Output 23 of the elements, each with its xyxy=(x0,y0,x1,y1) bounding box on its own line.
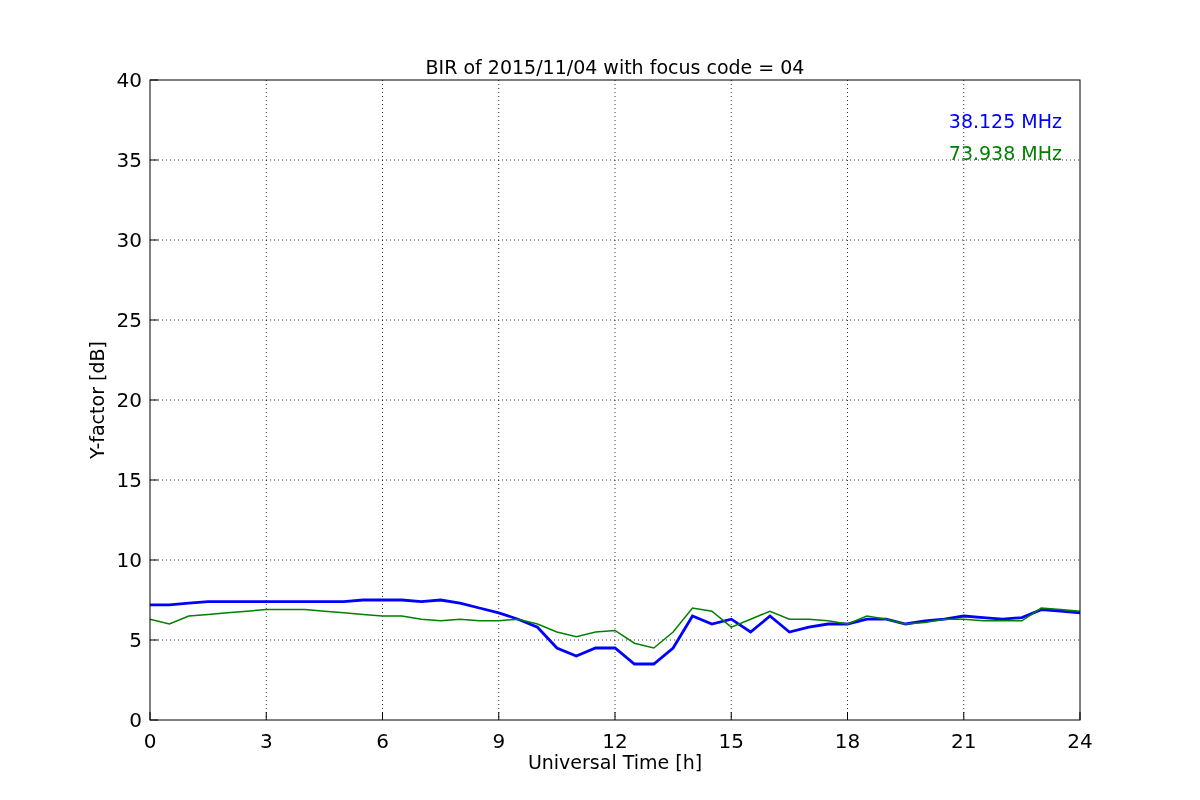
legend-label: 73.938 MHz xyxy=(948,142,1062,164)
tick-label: 24 xyxy=(1067,729,1093,753)
tick-label: 9 xyxy=(492,729,506,753)
axis-label: Universal Time [h] xyxy=(527,751,703,773)
tick-label: 5 xyxy=(129,628,142,652)
legend-label: 38.125 MHz xyxy=(948,110,1062,132)
tick-label: 0 xyxy=(143,729,157,753)
tick-label: 15 xyxy=(718,729,744,753)
tick-label: 25 xyxy=(116,308,142,332)
tick-label: 21 xyxy=(951,729,977,753)
tick-label: 6 xyxy=(376,729,389,753)
tick-label: 35 xyxy=(116,148,142,172)
chart-title: BIR of 2015/11/04 with focus code = 04 xyxy=(425,56,805,78)
tick-label: 20 xyxy=(116,388,142,412)
tick-label: 0 xyxy=(129,708,142,732)
tick-label: 15 xyxy=(116,468,142,492)
tick-label: 18 xyxy=(834,729,861,753)
tick-label: 10 xyxy=(116,548,142,572)
tick-label: 30 xyxy=(116,228,142,252)
tick-label: 40 xyxy=(116,68,142,92)
axis-label: Y-factor [dB] xyxy=(86,341,108,459)
tick-label: 12 xyxy=(602,729,628,753)
tick-label: 3 xyxy=(259,729,273,753)
